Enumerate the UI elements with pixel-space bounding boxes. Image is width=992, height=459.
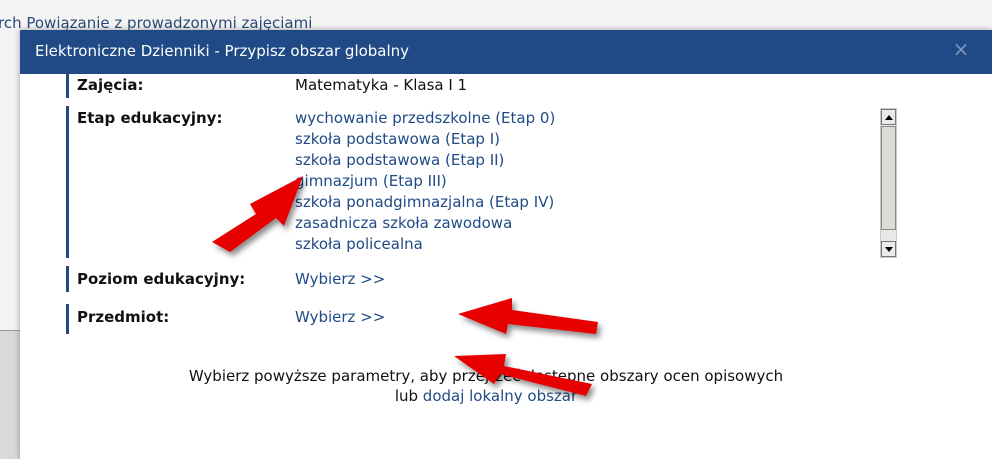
red-arrow-annotation <box>454 354 592 396</box>
annotation-arrows <box>212 176 598 396</box>
red-arrow-annotation <box>458 298 598 334</box>
red-arrow-annotation <box>212 176 303 252</box>
